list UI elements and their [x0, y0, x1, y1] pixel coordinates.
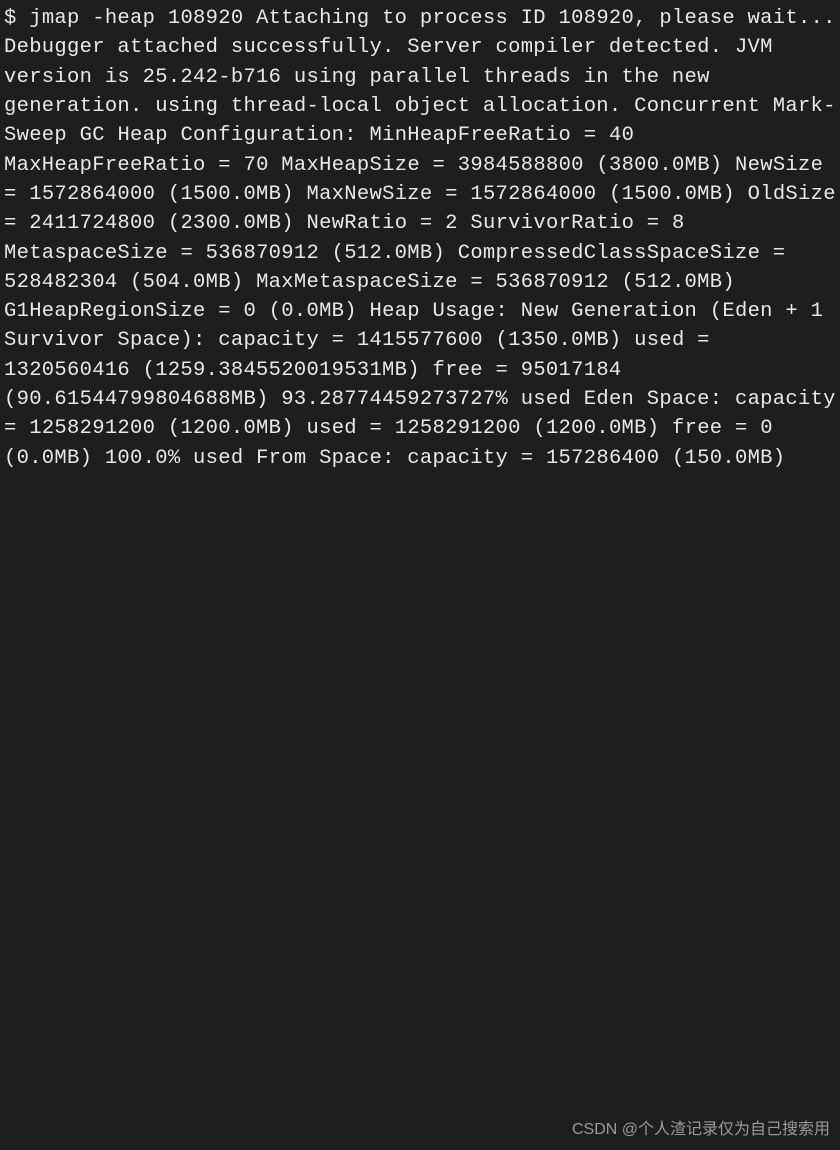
- config-val: 8: [672, 212, 685, 235]
- config-key: MaxHeapSize: [281, 154, 420, 177]
- config-key: SurvivorRatio: [470, 212, 634, 235]
- config-val: 536870912 (512.0MB): [496, 271, 735, 294]
- usage-val: 1320560416 (1259.3845520019531MB): [4, 359, 420, 382]
- section-title: Eden Space:: [584, 388, 723, 411]
- usage-pct: 93.28774459273727% used: [281, 388, 571, 411]
- usage-key: used: [634, 329, 697, 352]
- config-val: 2411724800 (2300.0MB): [29, 212, 294, 235]
- config-key: G1HeapRegionSize: [4, 300, 206, 323]
- usage-key: capacity: [735, 388, 836, 411]
- terminal-output: $ jmap -heap 108920 Attaching to process…: [4, 4, 836, 473]
- attach-line: Server compiler detected.: [407, 36, 722, 59]
- watermark-text: CSDN @个人渣记录仅为自己搜索用: [572, 1119, 830, 1142]
- config-val: 1572864000 (1500.0MB): [470, 183, 735, 206]
- config-val: 2: [445, 212, 458, 235]
- attach-line: Debugger attached successfully.: [4, 36, 395, 59]
- config-key: MaxHeapFreeRatio: [4, 154, 206, 177]
- config-val: 528482304 (504.0MB): [4, 271, 243, 294]
- usage-key: capacity: [407, 447, 508, 470]
- config-val: 1572864000 (1500.0MB): [29, 183, 294, 206]
- usage-key: free: [432, 359, 495, 382]
- gc-line: using thread-local object allocation.: [155, 95, 621, 118]
- usage-key: free: [672, 417, 735, 440]
- config-key: NewSize: [735, 154, 823, 177]
- config-val: 70: [243, 154, 268, 177]
- config-val: 0 (0.0MB): [243, 300, 356, 323]
- usage-key: capacity: [218, 329, 319, 352]
- config-key: NewRatio: [306, 212, 407, 235]
- config-key: MaxMetaspaceSize: [256, 271, 458, 294]
- config-val: 3984588800 (3800.0MB): [458, 154, 723, 177]
- config-val: 40: [609, 124, 634, 147]
- usage-val: 1258291200 (1200.0MB): [29, 417, 294, 440]
- usage-val: 1258291200 (1200.0MB): [395, 417, 660, 440]
- heap-config-header: Heap Configuration:: [117, 124, 356, 147]
- section-title: From Space:: [256, 447, 395, 470]
- command-text: jmap -heap 108920: [29, 7, 243, 30]
- attach-line: Attaching to process ID 108920, please w…: [256, 7, 836, 30]
- usage-val: 1415577600 (1350.0MB): [357, 329, 622, 352]
- config-val: 536870912 (512.0MB): [206, 242, 445, 265]
- prompt-symbol: $: [4, 7, 29, 30]
- usage-key: used: [306, 417, 369, 440]
- usage-pct: 100.0% used: [105, 447, 244, 470]
- config-key: MetaspaceSize: [4, 242, 168, 265]
- config-key: MinHeapFreeRatio: [370, 124, 572, 147]
- config-key: OldSize: [748, 183, 836, 206]
- config-key: MaxNewSize: [306, 183, 432, 206]
- config-key: CompressedClassSpaceSize: [458, 242, 760, 265]
- heap-usage-header: Heap Usage:: [370, 300, 509, 323]
- usage-val: 157286400 (150.0MB): [546, 447, 785, 470]
